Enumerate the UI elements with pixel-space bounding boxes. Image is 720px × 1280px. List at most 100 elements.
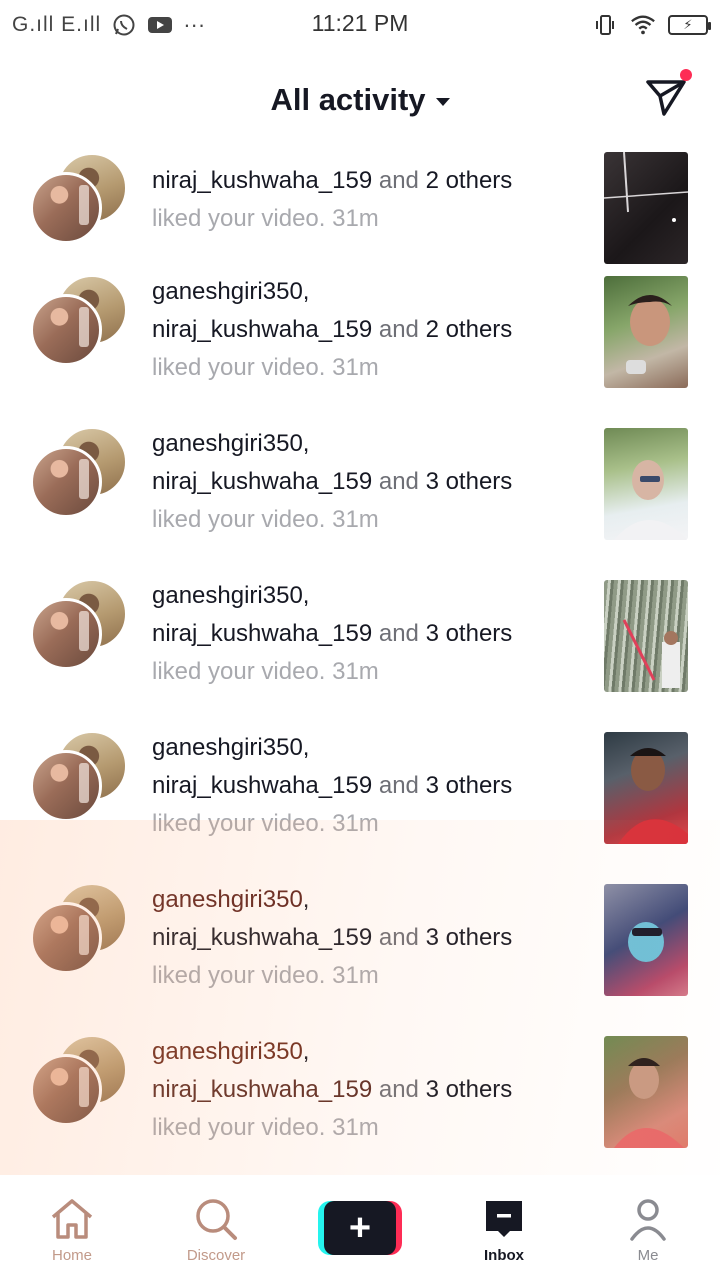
and-text: and xyxy=(378,924,419,951)
activity-list[interactable]: niraj_kushwaha_159 and 2 others liked yo… xyxy=(0,150,720,1175)
page-title: All activity xyxy=(270,82,426,117)
action-text: liked your video. xyxy=(152,962,326,989)
username-link[interactable]: niraj_kushwaha_159 xyxy=(152,924,372,951)
timestamp: 31m xyxy=(332,810,379,837)
avatar-stack[interactable] xyxy=(30,426,130,526)
nav-inbox[interactable]: Inbox xyxy=(432,1175,576,1264)
activity-text: ganeshgiri350, niraj_kushwaha_159 and 2 … xyxy=(152,273,582,387)
whatsapp-icon xyxy=(111,14,137,36)
video-thumbnail[interactable] xyxy=(604,428,688,540)
direct-messages-button[interactable] xyxy=(642,69,692,120)
caret-down-icon xyxy=(435,98,450,106)
others-link[interactable]: 3 others xyxy=(426,1076,513,1103)
username-link[interactable]: niraj_kushwaha_159 xyxy=(152,620,372,647)
nav-me-label: Me xyxy=(637,1247,659,1264)
nav-discover[interactable]: Discover xyxy=(144,1175,288,1264)
avatar-stack[interactable] xyxy=(30,730,130,830)
action-text: liked your video. xyxy=(152,658,326,685)
activity-filter-dropdown[interactable]: All activity xyxy=(270,82,450,118)
search-icon xyxy=(192,1195,240,1243)
activity-item[interactable]: ganeshgiri350, niraj_kushwaha_159 and 3 … xyxy=(0,730,720,882)
video-thumbnail[interactable] xyxy=(604,276,688,388)
timestamp: 31m xyxy=(332,1114,379,1141)
others-link[interactable]: 3 others xyxy=(426,772,513,799)
avatar xyxy=(30,902,102,974)
video-thumbnail[interactable] xyxy=(604,580,688,692)
inbox-icon xyxy=(480,1195,528,1243)
others-link[interactable]: 3 others xyxy=(426,924,513,951)
avatar-stack[interactable] xyxy=(30,274,130,374)
video-thumbnail[interactable] xyxy=(604,1036,688,1148)
comma: , xyxy=(302,582,310,609)
avatar-stack[interactable] xyxy=(30,578,130,678)
username-link[interactable]: niraj_kushwaha_159 xyxy=(152,1076,372,1103)
nav-home[interactable]: Home xyxy=(0,1175,144,1264)
timestamp: 31m xyxy=(332,205,379,232)
comma: , xyxy=(302,430,310,457)
nav-create[interactable]: + xyxy=(288,1175,432,1255)
activity-item[interactable]: niraj_kushwaha_159 and 2 others liked yo… xyxy=(0,150,720,264)
more-notifications-icon: ··· xyxy=(183,12,206,37)
comma: , xyxy=(302,1038,310,1065)
video-thumbnail[interactable] xyxy=(604,884,688,996)
others-link[interactable]: 3 others xyxy=(426,620,513,647)
and-text: and xyxy=(378,1076,419,1103)
youtube-icon xyxy=(147,14,173,36)
nav-discover-label: Discover xyxy=(186,1247,246,1264)
vibrate-icon xyxy=(592,14,618,36)
timestamp: 31m xyxy=(332,658,379,685)
activity-item[interactable]: ganeshgiri350, niraj_kushwaha_159 and 3 … xyxy=(0,578,720,730)
wifi-icon xyxy=(630,14,656,36)
activity-text: niraj_kushwaha_159 and 2 others liked yo… xyxy=(152,162,582,238)
activity-item[interactable]: ganeshgiri350, niraj_kushwaha_159 and 2 … xyxy=(0,274,720,426)
profile-icon xyxy=(624,1195,672,1243)
username-link[interactable]: ganeshgiri350 xyxy=(152,430,303,457)
avatar xyxy=(30,172,102,244)
nav-me[interactable]: Me xyxy=(576,1175,720,1264)
action-text: liked your video. xyxy=(152,506,326,533)
activity-text: ganeshgiri350, niraj_kushwaha_159 and 3 … xyxy=(152,425,582,539)
and-text: and xyxy=(378,316,419,343)
video-thumbnail[interactable] xyxy=(604,152,688,264)
timestamp: 31m xyxy=(332,962,379,989)
avatar xyxy=(30,446,102,518)
and-text: and xyxy=(378,167,419,194)
others-link[interactable]: 2 others xyxy=(426,167,513,194)
action-text: liked your video. xyxy=(152,205,326,232)
username-link[interactable]: niraj_kushwaha_159 xyxy=(152,316,372,343)
nav-home-label: Home xyxy=(51,1247,92,1264)
avatar-stack[interactable] xyxy=(30,882,130,982)
username-link[interactable]: niraj_kushwaha_159 xyxy=(152,167,372,194)
plus-icon: + xyxy=(324,1201,396,1255)
and-text: and xyxy=(378,620,419,647)
username-link[interactable]: niraj_kushwaha_159 xyxy=(152,772,372,799)
create-video-button[interactable]: + xyxy=(318,1201,402,1255)
avatar-stack[interactable] xyxy=(30,1034,130,1134)
username-link[interactable]: ganeshgiri350 xyxy=(152,1038,303,1065)
action-text: liked your video. xyxy=(152,1114,326,1141)
avatar xyxy=(30,1054,102,1126)
activity-text: ganeshgiri350, niraj_kushwaha_159 and 3 … xyxy=(152,577,582,691)
activity-text: ganeshgiri350, niraj_kushwaha_159 and 3 … xyxy=(152,729,582,843)
bottom-navigation: Home Discover + Inbox Me xyxy=(0,1175,720,1280)
and-text: and xyxy=(378,468,419,495)
username-link[interactable]: ganeshgiri350 xyxy=(152,582,303,609)
header: All activity xyxy=(0,50,720,150)
username-link[interactable]: niraj_kushwaha_159 xyxy=(152,468,372,495)
others-link[interactable]: 2 others xyxy=(426,316,513,343)
activity-item[interactable]: ganeshgiri350, niraj_kushwaha_159 and 3 … xyxy=(0,1034,720,1175)
avatar-stack[interactable] xyxy=(30,152,130,252)
signal-carrier: G.ıll E.ıll xyxy=(12,13,102,36)
comma: , xyxy=(302,886,310,913)
username-link[interactable]: ganeshgiri350 xyxy=(152,278,303,305)
video-thumbnail[interactable] xyxy=(604,732,688,844)
username-link[interactable]: ganeshgiri350 xyxy=(152,886,303,913)
activity-item[interactable]: ganeshgiri350, niraj_kushwaha_159 and 3 … xyxy=(0,426,720,578)
activity-item[interactable]: ganeshgiri350, niraj_kushwaha_159 and 3 … xyxy=(0,882,720,1034)
unread-dot xyxy=(680,69,692,81)
avatar xyxy=(30,294,102,366)
others-link[interactable]: 3 others xyxy=(426,468,513,495)
battery-icon: ⚡ xyxy=(668,15,711,35)
username-link[interactable]: ganeshgiri350 xyxy=(152,734,303,761)
comma: , xyxy=(302,278,310,305)
